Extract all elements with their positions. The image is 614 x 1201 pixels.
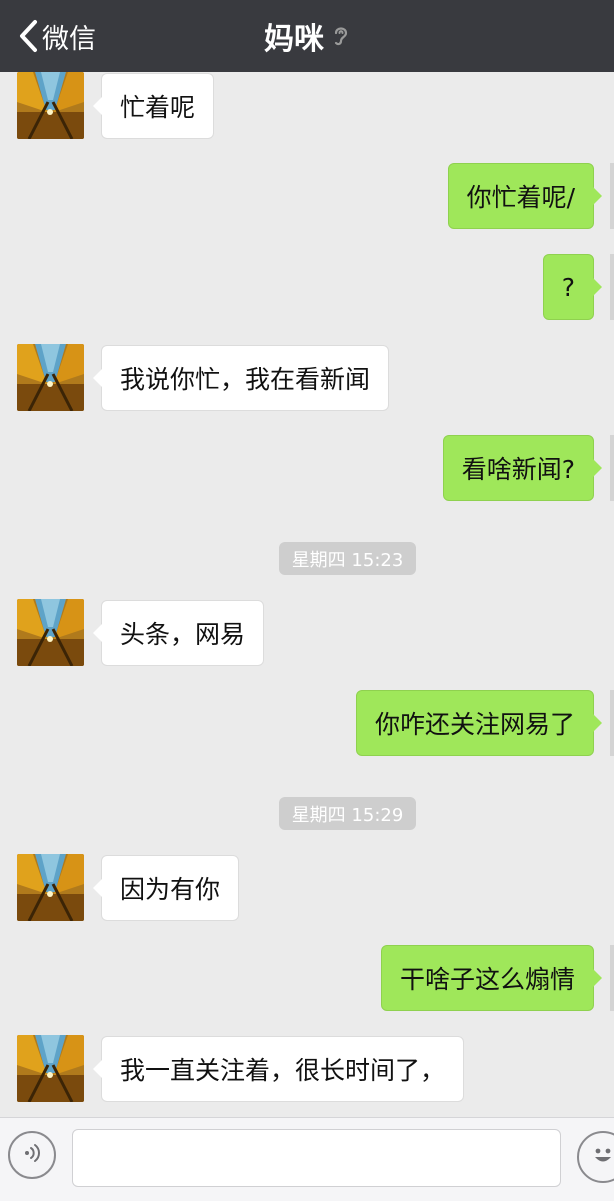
voice-button[interactable] (8, 1131, 56, 1179)
incoming-message-bubble[interactable]: 我说你忙，我在看新闻 (92, 345, 390, 411)
avatar[interactable] (17, 344, 84, 411)
outgoing-message-bubble[interactable]: 你忙着呢/ (447, 163, 603, 229)
own-avatar-edge (610, 435, 614, 501)
earpiece-icon (332, 24, 350, 48)
avatar[interactable] (17, 599, 84, 666)
outgoing-message-bubble[interactable]: ? (542, 254, 603, 320)
chat-header: 微信 妈咪 (0, 0, 614, 72)
incoming-message-bubble[interactable]: 头条，网易 (92, 600, 265, 666)
input-bar (0, 1117, 614, 1201)
own-avatar-edge (610, 945, 614, 1011)
outgoing-message-bubble[interactable]: 看啥新闻? (442, 435, 603, 501)
avatar[interactable] (17, 72, 84, 139)
avatar[interactable] (17, 1035, 84, 1102)
timestamp-badge: 星期四 15:23 (279, 542, 416, 575)
emoji-button[interactable] (577, 1131, 614, 1183)
title-area: 妈咪 (0, 14, 614, 58)
message-input[interactable] (72, 1129, 561, 1187)
incoming-message-bubble[interactable]: 忙着呢 (92, 73, 215, 139)
outgoing-message-bubble[interactable]: 干啥子这么煽情 (380, 945, 603, 1011)
incoming-message-bubble[interactable]: 因为有你 (92, 855, 240, 921)
own-avatar-edge (610, 163, 614, 229)
message-list[interactable]: 忙着呢 你忙着呢/ ? 我说你忙，我在看新闻 看啥新闻? 星期四 15:23 头… (0, 72, 614, 1117)
own-avatar-edge (610, 254, 614, 320)
emoji-icon (588, 1140, 614, 1174)
page-title: 妈咪 (264, 22, 324, 57)
incoming-message-bubble[interactable]: 我一直关注着，很长时间了， (92, 1036, 465, 1102)
outgoing-message-bubble[interactable]: 你咋还关注网易了 (355, 690, 603, 756)
avatar[interactable] (17, 854, 84, 921)
own-avatar-edge (610, 690, 614, 756)
voice-icon (20, 1141, 44, 1169)
timestamp-badge: 星期四 15:29 (279, 797, 416, 830)
